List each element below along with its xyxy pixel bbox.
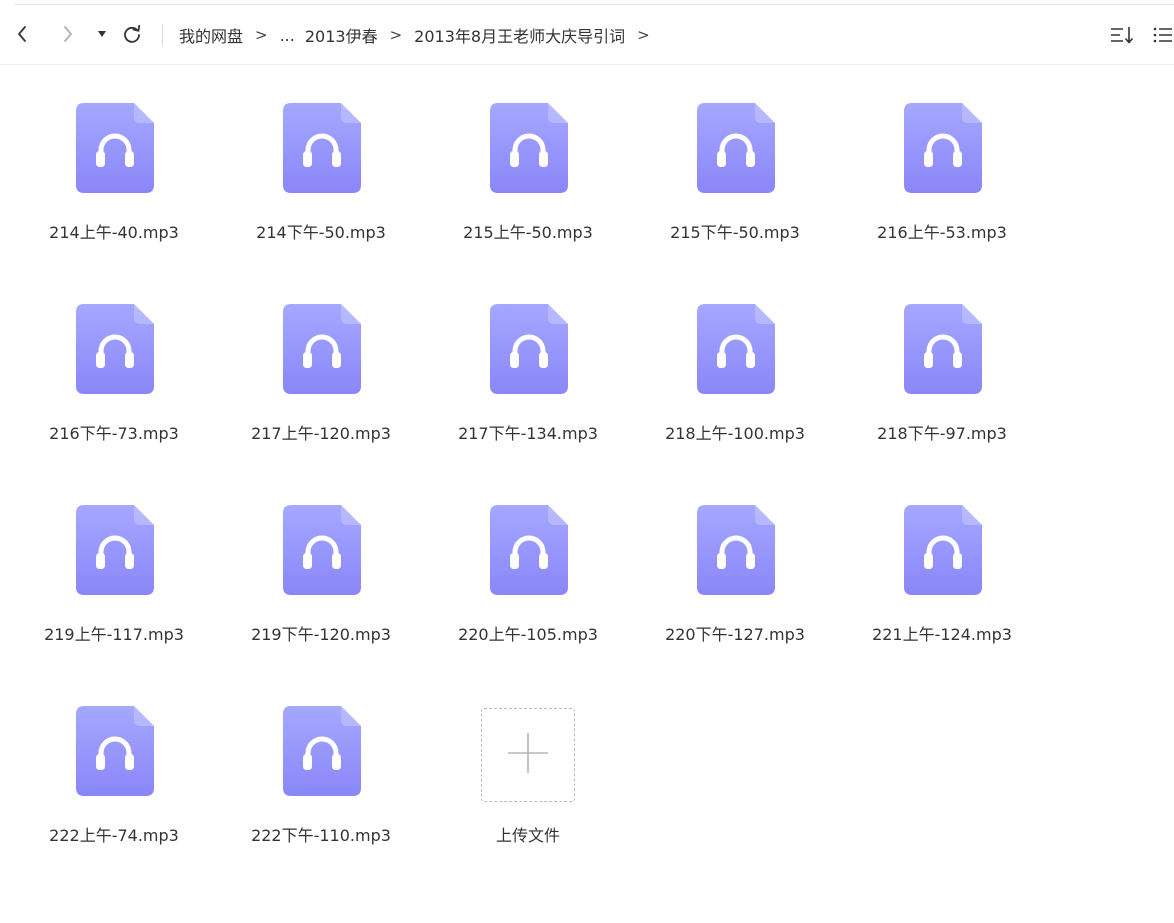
file-name: 218下午-97.mp3	[877, 424, 1007, 443]
file-item[interactable]: 222上午-74.mp3	[24, 706, 204, 876]
file-item[interactable]: 220上午-105.mp3	[438, 505, 618, 675]
refresh-icon	[122, 24, 142, 44]
back-button[interactable]	[10, 20, 34, 48]
file-item[interactable]: 215上午-50.mp3	[438, 103, 618, 273]
file-name: 214上午-40.mp3	[49, 223, 179, 242]
audio-file-icon	[904, 103, 982, 193]
file-item[interactable]: 216下午-73.mp3	[24, 304, 204, 474]
audio-file-icon	[283, 505, 361, 595]
breadcrumb-separator: >	[255, 26, 268, 44]
breadcrumb-separator: >	[389, 26, 403, 44]
upload-label: 上传文件	[495, 826, 560, 845]
audio-file-icon	[904, 505, 982, 595]
file-name: 219上午-117.mp3	[44, 625, 184, 644]
sort-button[interactable]	[1109, 25, 1135, 47]
file-name: 222上午-74.mp3	[49, 826, 179, 845]
audio-file-icon	[283, 706, 361, 796]
breadcrumb-current-folder[interactable]: 2013年8月王老师大庆导引词	[414, 23, 625, 47]
file-name: 215下午-50.mp3	[670, 223, 800, 242]
file-name: 220上午-105.mp3	[458, 625, 598, 644]
file-item[interactable]: 215下午-50.mp3	[645, 103, 825, 273]
breadcrumb-ellipsis[interactable]: ...	[280, 26, 295, 45]
audio-file-icon	[76, 706, 154, 796]
audio-file-icon	[490, 304, 568, 394]
forward-button[interactable]	[56, 20, 80, 48]
file-name: 217上午-120.mp3	[251, 424, 391, 443]
list-view-button[interactable]	[1152, 25, 1174, 47]
file-name: 219下午-120.mp3	[251, 625, 391, 644]
file-item[interactable]: 214上午-40.mp3	[24, 103, 204, 273]
file-item[interactable]: 218下午-97.mp3	[852, 304, 1032, 474]
file-item[interactable]: 217上午-120.mp3	[231, 304, 411, 474]
file-item[interactable]: 222下午-110.mp3	[231, 706, 411, 876]
file-name: 221上午-124.mp3	[872, 625, 1012, 644]
file-name: 220下午-127.mp3	[665, 625, 805, 644]
file-name: 218上午-100.mp3	[665, 424, 805, 443]
upload-file-button[interactable]: 上传文件	[438, 706, 618, 876]
breadcrumb-root[interactable]: 我的网盘	[179, 23, 243, 47]
file-name: 216下午-73.mp3	[49, 424, 179, 443]
chevron-right-icon	[62, 25, 74, 43]
file-item[interactable]: 220下午-127.mp3	[645, 505, 825, 675]
plus-icon	[506, 731, 550, 779]
toolbar: 我的网盘 > ... 2013伊春 > 2013年8月王老师大庆导引词 >	[0, 5, 1174, 65]
file-item[interactable]: 216上午-53.mp3	[852, 103, 1032, 273]
toolbar-separator	[162, 24, 163, 46]
refresh-button[interactable]	[119, 20, 145, 48]
audio-file-icon	[76, 103, 154, 193]
file-name: 222下午-110.mp3	[251, 826, 391, 845]
breadcrumb-folder-2013-yichun[interactable]: 2013伊春	[305, 23, 378, 47]
audio-file-icon	[490, 505, 568, 595]
history-dropdown-button[interactable]	[93, 20, 111, 48]
file-item[interactable]: 218上午-100.mp3	[645, 304, 825, 474]
audio-file-icon	[697, 103, 775, 193]
file-item[interactable]: 221上午-124.mp3	[852, 505, 1032, 675]
file-name: 217下午-134.mp3	[458, 424, 598, 443]
audio-file-icon	[904, 304, 982, 394]
audio-file-icon	[283, 304, 361, 394]
file-item[interactable]: 217下午-134.mp3	[438, 304, 618, 474]
file-item[interactable]: 219下午-120.mp3	[231, 505, 411, 675]
upload-dropzone[interactable]	[481, 708, 575, 802]
breadcrumb: 我的网盘 > ... 2013伊春 > 2013年8月王老师大庆导引词 >	[179, 23, 662, 47]
audio-file-icon	[697, 304, 775, 394]
file-name: 214下午-50.mp3	[256, 223, 386, 242]
audio-file-icon	[697, 505, 775, 595]
file-item[interactable]: 219上午-117.mp3	[24, 505, 204, 675]
file-name: 215上午-50.mp3	[463, 223, 593, 242]
chevron-left-icon	[16, 25, 28, 43]
audio-file-icon	[283, 103, 361, 193]
list-view-icon	[1152, 25, 1174, 47]
audio-file-icon	[76, 505, 154, 595]
audio-file-icon	[76, 304, 154, 394]
audio-file-icon	[490, 103, 568, 193]
breadcrumb-separator: >	[637, 26, 650, 44]
caret-down-icon	[97, 30, 107, 38]
file-item[interactable]: 214下午-50.mp3	[231, 103, 411, 273]
sort-icon	[1109, 25, 1135, 47]
file-name: 216上午-53.mp3	[877, 223, 1007, 242]
